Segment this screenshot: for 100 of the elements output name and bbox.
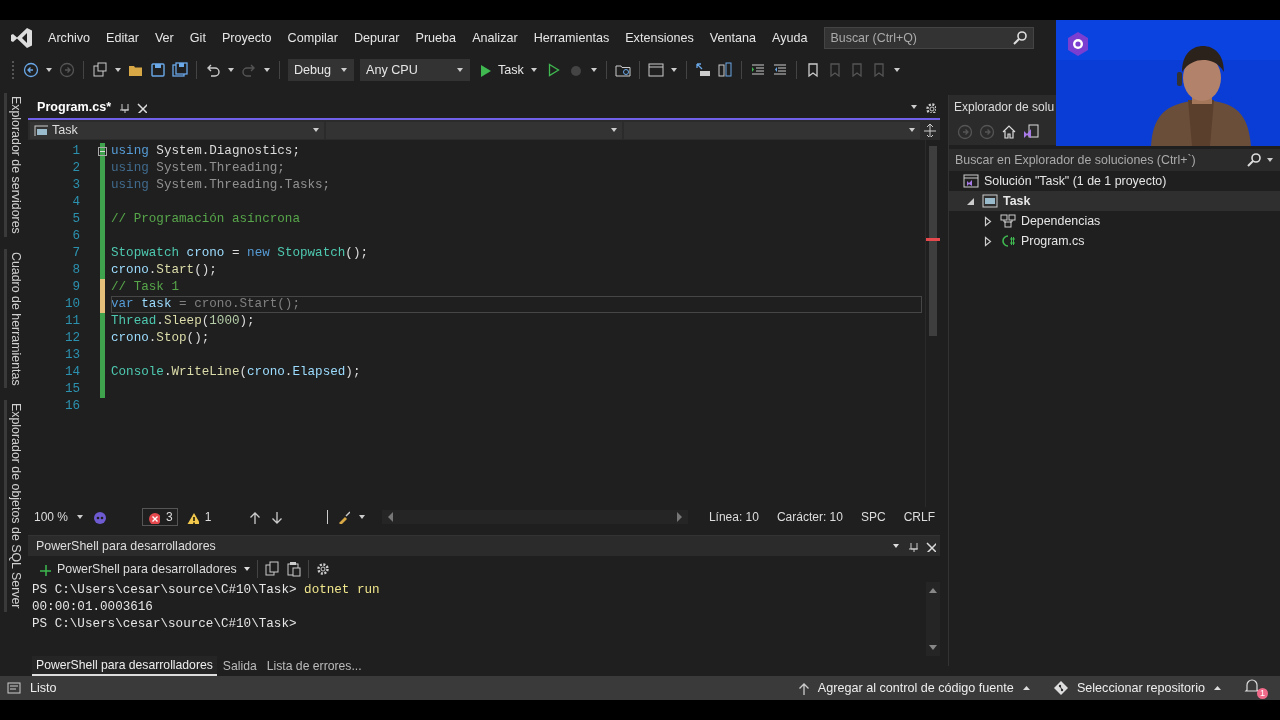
error-count[interactable]: 3 [142, 508, 178, 526]
menu-item[interactable]: Compilar [279, 26, 346, 49]
column-indicator[interactable]: Carácter: 10 [771, 510, 848, 524]
menu-item[interactable]: Prueba [407, 26, 465, 49]
new-project-icon[interactable] [92, 62, 108, 78]
code-line[interactable]: Thread.Sleep(1000); [111, 313, 922, 330]
indent-icon[interactable] [749, 62, 766, 78]
line-number: 7 [71, 245, 80, 262]
tree-item[interactable]: Solución "Task" (1 de 1 proyecto) [984, 174, 1167, 188]
menu-item[interactable]: Editar [98, 26, 147, 49]
menu-item[interactable]: Proyecto [213, 26, 280, 49]
caret-icon[interactable] [892, 66, 901, 74]
whitespace-indicator[interactable]: SPC [855, 510, 891, 524]
search-field[interactable]: Buscar en Explorador de soluciones (Ctrl+`) [949, 149, 1280, 171]
platform-dropdown[interactable]: Any CPU [360, 59, 470, 81]
menu-item[interactable]: Ventana [701, 26, 765, 49]
collapsed-icon[interactable] [983, 235, 993, 247]
window-icon[interactable] [647, 62, 664, 78]
caret-icon[interactable] [114, 66, 122, 74]
code-line[interactable]: var task = crono.Start(); [111, 296, 922, 313]
menu-item[interactable]: Ver [146, 26, 182, 49]
settings-icon[interactable] [924, 100, 936, 113]
panel-tab[interactable]: Lista de errores... [262, 656, 366, 676]
caret-icon[interactable] [910, 102, 918, 111]
source-control-button[interactable]: Agregar al control de código fuente [795, 681, 1031, 695]
caret-icon[interactable] [1266, 156, 1274, 164]
tree-item[interactable]: Program.cs [1021, 234, 1085, 248]
menu-item[interactable]: Depurar [346, 26, 408, 49]
close-icon[interactable] [924, 540, 936, 552]
close-icon[interactable] [135, 100, 148, 113]
scrollbar[interactable] [925, 140, 940, 507]
caret-icon [242, 565, 251, 573]
code-line[interactable]: // Programación asíncrona [111, 211, 922, 228]
search-field[interactable]: Buscar (Ctrl+Q) [823, 26, 1034, 49]
folder-search-icon[interactable] [614, 62, 631, 78]
line-ending-indicator[interactable]: CRLF [898, 510, 940, 524]
panel-tab[interactable]: PowerShell para desarrolladores [32, 656, 217, 676]
code-line[interactable]: using System.Threading.Tasks; [111, 177, 922, 194]
run-button[interactable]: Task [476, 63, 540, 77]
collapse-icon[interactable] [98, 147, 107, 156]
menu-item[interactable]: Analizar [464, 26, 526, 49]
save-icon[interactable] [150, 62, 166, 78]
menu-item[interactable]: Herramientas [525, 26, 618, 49]
caret-icon [312, 126, 320, 134]
code-line[interactable]: Stopwatch crono = new Stopwatch(); [111, 245, 922, 262]
tree-item[interactable]: Task [1003, 194, 1031, 208]
code-line[interactable]: Console.WriteLine(crono.Elapsed); [111, 364, 922, 381]
code-line[interactable]: // Task 1 [111, 279, 922, 296]
code-line[interactable]: using System.Threading; [111, 160, 922, 177]
paste-icon[interactable] [285, 561, 302, 577]
horizontal-scrollbar[interactable] [382, 510, 688, 524]
columns-icon[interactable] [716, 62, 733, 78]
menu-item[interactable]: Archivo [40, 26, 98, 49]
configuration-dropdown[interactable]: Debug [288, 59, 354, 81]
panel-tab[interactable]: Salida [218, 656, 261, 676]
repository-button[interactable]: Seleccionar repositorio [1052, 680, 1222, 696]
vs-logo-icon[interactable] [10, 25, 34, 50]
caret-icon[interactable] [45, 66, 53, 74]
side-tab[interactable]: Explorador de servidores [3, 93, 25, 237]
tree-item[interactable]: Dependencias [1021, 214, 1101, 228]
line-number: 4 [71, 194, 80, 211]
caret-icon[interactable] [263, 66, 271, 74]
profile-dropdown[interactable]: PowerShell para desarrolladores [38, 562, 251, 576]
caret-icon[interactable] [76, 513, 85, 521]
solution-view-icon[interactable] [1023, 124, 1039, 140]
down-arrow-icon[interactable] [269, 510, 284, 524]
terminal-line: PS C:\Users\cesar\source\C#10\Task> dotnet run [32, 582, 381, 599]
split-icon[interactable] [922, 123, 936, 137]
search-icon[interactable] [1246, 152, 1262, 168]
save-all-icon[interactable] [172, 62, 188, 78]
menu-item[interactable]: Extensiones [617, 26, 702, 49]
warning-count[interactable]: 1 [185, 510, 212, 524]
type-dropdown[interactable]: Task [30, 121, 324, 139]
line-number: 15 [63, 381, 80, 398]
undo-icon[interactable] [205, 62, 221, 78]
code-line[interactable]: using System.Diagnostics; [111, 143, 922, 160]
code-line[interactable]: crono.Start(); [111, 262, 922, 279]
code-line[interactable]: crono.Stop(); [111, 330, 922, 347]
zoom-level[interactable]: 100 % [34, 510, 69, 524]
search-icon[interactable] [1011, 29, 1028, 46]
side-tab[interactable]: Cuadro de herramientas [3, 248, 25, 389]
scrollbar[interactable] [926, 582, 940, 656]
line-indicator[interactable]: Línea: 10 [703, 510, 764, 524]
collapsed-icon[interactable] [983, 215, 993, 227]
caret-icon[interactable] [669, 66, 678, 74]
menu-item[interactable]: Git [181, 26, 214, 49]
outdent-icon[interactable] [771, 62, 788, 78]
caret-icon[interactable] [589, 66, 598, 74]
copy-icon[interactable] [263, 561, 280, 577]
caret-icon[interactable] [892, 542, 900, 550]
menu-item[interactable]: Ayuda [764, 26, 816, 49]
back-icon[interactable] [23, 62, 39, 78]
home-icon[interactable] [1001, 124, 1017, 140]
settings-icon[interactable] [314, 561, 331, 577]
caret-icon[interactable] [227, 66, 235, 74]
side-tab[interactable]: Explorador de objetos de SQL Server [3, 400, 25, 612]
caret-icon[interactable] [358, 513, 367, 521]
pin-icon[interactable] [906, 540, 918, 552]
pointer-icon[interactable] [694, 62, 711, 78]
copilot-icon[interactable] [92, 510, 107, 524]
